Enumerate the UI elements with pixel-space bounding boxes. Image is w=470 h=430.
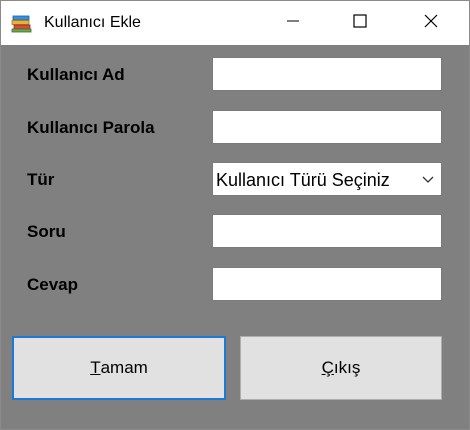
answer-label: Cevap [27, 275, 79, 294]
exit-button[interactable]: Çıkış [240, 336, 442, 400]
ok-button[interactable]: Tamam [12, 336, 226, 400]
close-icon [424, 14, 438, 33]
minimize-icon [287, 14, 299, 32]
ok-button-label: amam [100, 358, 148, 377]
question-label: Soru [27, 222, 66, 241]
chevron-down-icon [421, 173, 435, 185]
maximize-icon [353, 13, 367, 33]
minimize-button[interactable] [270, 1, 316, 45]
maximize-button[interactable] [337, 1, 383, 45]
books-icon [11, 13, 33, 33]
user-type-dropdown[interactable]: Kullanıcı Türü Seçiniz [212, 162, 442, 196]
add-user-window: Kullanıcı Ekle Kullanıcı Ad Kullanıcı Pa… [0, 0, 470, 430]
close-button[interactable] [408, 1, 454, 45]
password-input[interactable] [212, 110, 442, 144]
question-input[interactable] [212, 214, 442, 248]
form-area: Kullanıcı Ad Kullanıcı Parola Tür Kullan… [1, 45, 469, 429]
user-type-selected: Kullanıcı Türü Seçiniz [216, 170, 390, 190]
username-label: Kullanıcı Ad [27, 65, 125, 84]
answer-input[interactable] [212, 267, 442, 301]
password-label: Kullanıcı Parola [27, 118, 155, 137]
title-bar[interactable]: Kullanıcı Ekle [1, 1, 469, 45]
window-title: Kullanıcı Ekle [44, 14, 141, 31]
exit-button-label: ıkış [333, 358, 361, 377]
ok-button-mnemonic: T [90, 358, 101, 377]
exit-button-mnemonic: Ç [321, 358, 334, 377]
type-label: Tür [27, 170, 55, 189]
username-input[interactable] [212, 57, 442, 91]
